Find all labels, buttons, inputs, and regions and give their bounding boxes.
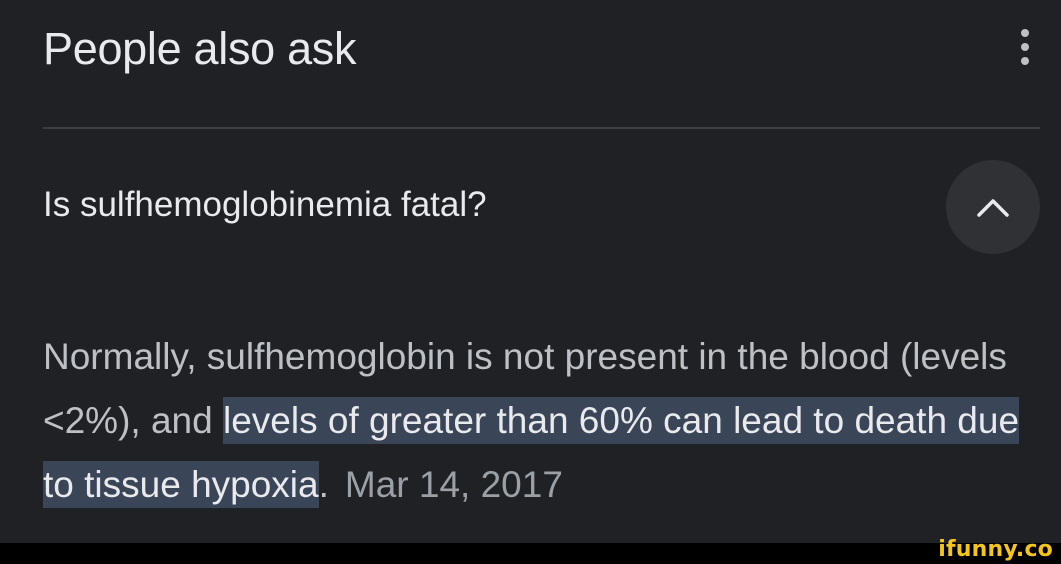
chevron-up-icon [977,199,1009,217]
more-vert-icon [1021,29,1029,37]
section-title: People also ask [43,23,357,74]
more-vert-icon-dot [1021,43,1029,51]
more-vert-icon-dot [1021,57,1029,65]
watermark-logo: ifunny.co [938,537,1053,562]
question-text[interactable]: Is sulfhemoglobinemia fatal? [43,180,487,230]
answer-date: Mar 14, 2017 [344,464,563,505]
people-also-ask-card: People also ask Is sulfhemoglobinemia fa… [0,0,1061,543]
answer-text-end: . [318,464,329,505]
divider [43,127,1040,129]
more-options-button[interactable] [1008,22,1042,72]
collapse-button[interactable] [946,160,1040,254]
answer-snippet: Normally, sulfhemoglobin is not present … [43,325,1033,517]
